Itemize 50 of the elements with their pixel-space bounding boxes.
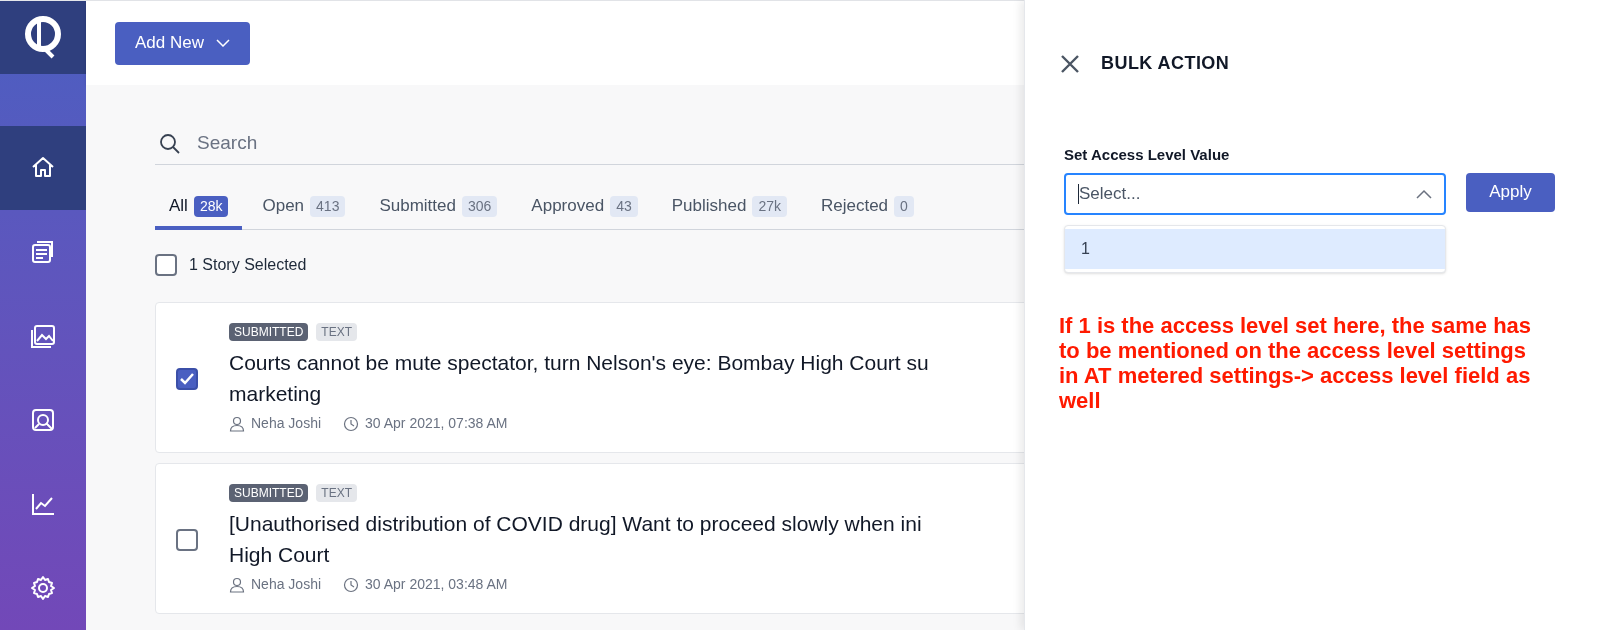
selection-count: 1 Story Selected [189, 255, 307, 275]
chevron-down-icon [216, 39, 230, 47]
tab[interactable]: Published 27k [657, 186, 801, 230]
field-label: Set Access Level Value [1064, 145, 1231, 165]
annotation-text: If 1 is the access level set here, the same has to be mentioned on the access level settings in AT metered settings-> access level field as well [1059, 312, 1533, 413]
story-card[interactable]: SUBMITTED TEXT [Unauthorised distribution of COVID drug] Want to proceed slowly when ini High Court Neha Joshi 30 Apr 2021, 03:48 AM [155, 463, 1024, 614]
story-card[interactable]: SUBMITTED TEXT Courts cannot be mute spectator, turn Nelson's eye: Bombay High Court su marketing Neha Joshi 30 Apr 2021, 07:38 AM [155, 302, 1024, 453]
search-field[interactable]: Search [197, 129, 797, 158]
chevron-up-icon [1416, 188, 1432, 199]
type-tag: TEXT [316, 484, 357, 502]
timestamp: 30 Apr 2021, 03:48 AM [365, 575, 508, 594]
author-name: Neha Joshi [251, 575, 322, 594]
tab[interactable]: Submitted 306 [365, 186, 512, 230]
count-badge: 306 [462, 195, 498, 217]
status-tag: SUBMITTED [229, 484, 309, 502]
access-level-select[interactable]: Select... [1064, 172, 1446, 215]
dropdown-option[interactable]: 1 [1065, 228, 1445, 269]
story-title[interactable]: [Unauthorised distribution of COVID drug] Want to proceed slowly when ini High Court [229, 508, 922, 570]
status-tag: SUBMITTED [229, 323, 309, 341]
add-new-button[interactable]: Add New [115, 21, 250, 65]
tab[interactable]: All 28k [155, 186, 243, 230]
count-badge: 43 [610, 195, 638, 217]
author-name: Neha Joshi [251, 414, 322, 433]
tab[interactable]: Rejected 0 [806, 186, 928, 230]
count-badge: 413 [310, 195, 346, 217]
tab[interactable]: Open 413 [248, 186, 360, 230]
count-badge: 27k [752, 195, 787, 217]
settings-icon [29, 574, 57, 602]
user-icon [229, 415, 245, 432]
panel-title: BULK ACTION [1101, 52, 1230, 75]
type-tag: TEXT [316, 323, 357, 341]
sidebar-item[interactable] [0, 126, 86, 210]
clock-icon [343, 576, 360, 593]
tab[interactable]: Approved 43 [517, 186, 652, 230]
close-icon[interactable] [1059, 52, 1081, 75]
search-icon [159, 132, 181, 155]
story-title[interactable]: Courts cannot be mute spectator, turn Nelson's eye: Bombay High Court su marketing [229, 347, 929, 409]
logo[interactable] [0, 1, 86, 74]
logo-icon [23, 15, 63, 60]
clock-icon [343, 415, 360, 432]
user-icon [229, 576, 245, 593]
apply-button[interactable]: Apply [1466, 172, 1555, 212]
check-icon [179, 371, 195, 386]
checkbox[interactable] [176, 528, 198, 551]
image-icon [29, 322, 57, 350]
count-badge: 0 [894, 195, 914, 217]
count-badge: 28k [193, 195, 229, 217]
checkbox[interactable] [176, 367, 198, 390]
checkbox[interactable] [155, 254, 177, 276]
timestamp: 30 Apr 2021, 07:38 AM [365, 414, 508, 433]
